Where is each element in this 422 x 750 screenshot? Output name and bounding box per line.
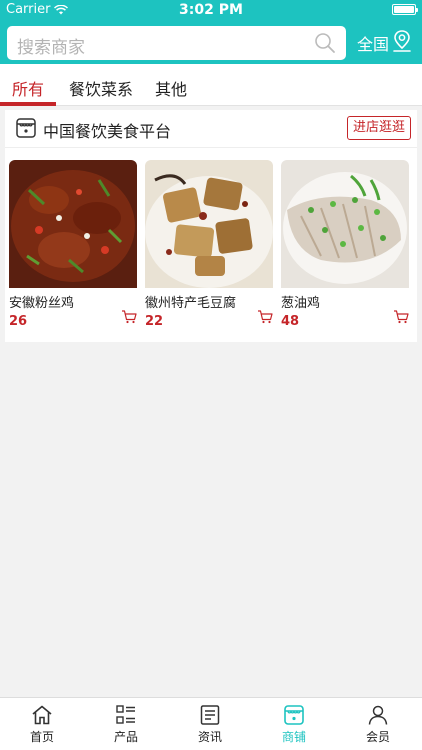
product-card[interactable]: 安徽粉丝鸡 26 [9,160,137,329]
tabbar-item-products[interactable]: 产品 [96,704,156,745]
top-header: Carrier 3:02 PM 搜索商家 全国 [0,0,422,64]
search-input[interactable]: 搜索商家 [7,26,346,60]
product-name: 徽州特产毛豆腐 [145,296,237,311]
user-icon [368,705,388,725]
product-card[interactable]: 葱油鸡 48 [281,160,409,329]
product-image-spicy-chicken[interactable] [9,160,137,288]
location-pin-icon[interactable] [392,29,412,53]
tab-all[interactable]: 所有 [12,76,44,100]
product-name: 安徽粉丝鸡 [9,296,75,311]
store-icon [284,705,304,725]
bottom-tab-bar: 首页 产品 资讯 商铺 会员 [0,697,422,750]
home-icon [32,705,52,725]
tabbar-label: 首页 [29,730,54,744]
shop-header: 中国餐饮美食平台 进店逛逛 [5,110,417,148]
product-card[interactable]: 徽州特产毛豆腐 22 [145,160,273,329]
news-icon [200,705,220,725]
search-icon[interactable] [314,32,336,54]
active-tab-indicator [0,102,56,106]
tabbar-label: 商铺 [281,730,306,744]
tabbar-item-home[interactable]: 首页 [12,704,72,745]
tabbar-label: 资讯 [197,730,222,744]
product-price: 48 [281,314,300,329]
battery-icon [392,4,418,15]
add-to-cart-icon[interactable] [257,310,273,324]
tabbar-label: 产品 [113,730,138,744]
add-to-cart-icon[interactable] [121,310,137,324]
shop-name: 中国餐饮美食平台 [43,122,172,141]
shop-card[interactable]: 中国餐饮美食平台 进店逛逛 安徽粉丝鸡 26 徽州特产毛豆腐 22 葱油鸡 48 [5,110,417,342]
product-image-scallion-chicken[interactable] [281,160,409,288]
tabbar-item-stores[interactable]: 商铺 [264,704,324,745]
status-bar: Carrier 3:02 PM [0,0,422,20]
tab-other[interactable]: 其他 [155,76,187,100]
product-price: 26 [9,314,28,329]
list-icon [116,705,135,724]
add-to-cart-icon[interactable] [393,310,409,324]
product-name: 葱油鸡 [281,296,321,311]
product-image-tofu[interactable] [145,160,273,288]
search-placeholder: 搜索商家 [17,38,85,58]
category-tabs: 所有 餐饮菜系 其他 [0,64,422,106]
tabbar-item-member[interactable]: 会员 [348,704,408,745]
product-price: 22 [145,314,164,329]
tabbar-label: 会员 [365,730,390,744]
city-selector[interactable]: 全国 [357,31,389,55]
clock: 3:02 PM [179,2,243,18]
tab-cuisine[interactable]: 餐饮菜系 [69,76,133,100]
visit-store-button[interactable]: 进店逛逛 [346,116,411,140]
storefront-icon [16,118,36,138]
tabbar-item-news[interactable]: 资讯 [180,704,240,745]
